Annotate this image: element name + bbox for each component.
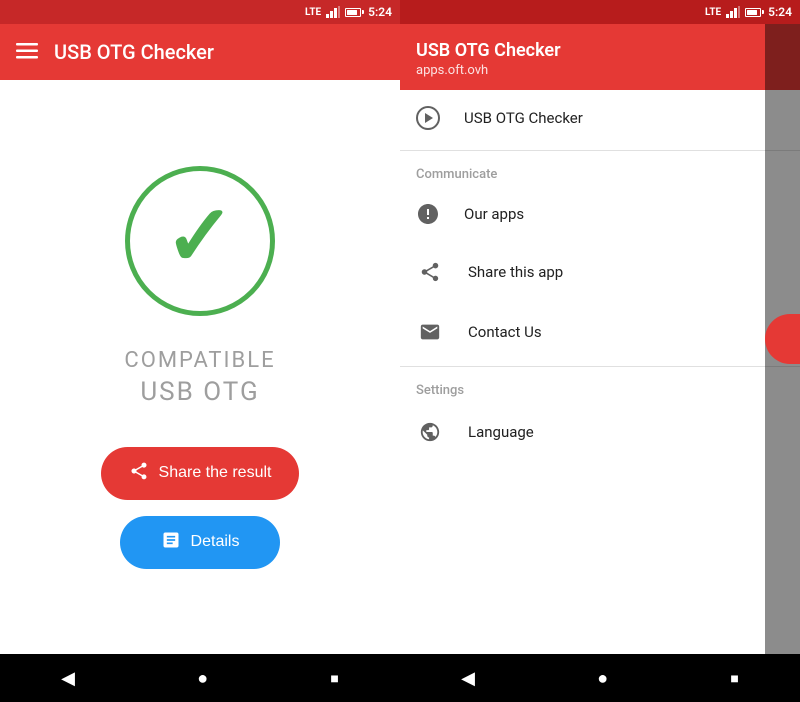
usb-otg-label: USB OTG: [140, 377, 259, 407]
battery-icon: [345, 8, 361, 17]
left-panel: LTE 5:24 USB OTG Checker ✓: [0, 0, 400, 702]
right-home-button[interactable]: ●: [597, 668, 608, 689]
share-app-label: Share this app: [468, 263, 563, 281]
left-status-bar: LTE 5:24: [0, 0, 400, 24]
share-button-label: Share the result: [159, 464, 272, 482]
right-back-button[interactable]: ◀: [461, 668, 475, 689]
drawer-item-our-apps[interactable]: Our apps: [400, 186, 800, 242]
right-nav-bar: ◀ ● ■: [400, 654, 800, 702]
right-recents-button[interactable]: ■: [730, 670, 738, 687]
share-icon: [129, 461, 149, 486]
right-status-icons: LTE 5:24: [705, 5, 792, 19]
right-time-display: 5:24: [768, 5, 792, 19]
right-panel: LTE 5:24 USB OTG Checker apps.oft.ovh US…: [400, 0, 800, 702]
communicate-section-header: Communicate: [400, 155, 800, 186]
right-status-bar: LTE 5:24: [400, 0, 800, 24]
drawer-item-share-app[interactable]: Share this app: [400, 242, 800, 302]
menu-icon[interactable]: [16, 40, 38, 64]
drawer-item-usb-otg-checker[interactable]: USB OTG Checker: [400, 90, 800, 146]
settings-section-header: Settings: [400, 371, 800, 402]
envelope-icon: [416, 318, 444, 346]
our-apps-label: Our apps: [464, 205, 524, 223]
left-toolbar: USB OTG Checker: [0, 24, 400, 80]
lte-indicator: LTE: [305, 7, 321, 18]
status-icons: LTE 5:24: [305, 5, 392, 19]
drawer-header: USB OTG Checker apps.oft.ovh: [400, 24, 800, 90]
share-result-button[interactable]: Share the result: [101, 447, 300, 500]
back-button[interactable]: ◀: [61, 668, 75, 689]
compatible-label: COMPATIBLE: [124, 348, 275, 373]
drawer-title: USB OTG Checker: [416, 40, 784, 61]
right-battery-icon: [745, 8, 761, 17]
share-button-peek: [765, 314, 800, 364]
exclamation-icon: [416, 202, 440, 226]
drawer-item-language[interactable]: Language: [400, 402, 800, 462]
drawer-scrim: [765, 24, 800, 654]
play-icon: [416, 106, 440, 130]
globe-icon: [416, 418, 444, 446]
details-icon: [161, 530, 181, 555]
contact-us-label: Contact Us: [468, 323, 542, 341]
language-label: Language: [468, 423, 534, 441]
drawer-item-contact[interactable]: Contact Us: [400, 302, 800, 362]
drawer-subtitle: apps.oft.ovh: [416, 63, 784, 78]
time-display: 5:24: [368, 5, 392, 19]
details-button-label: Details: [191, 533, 240, 551]
checkmark-icon: ✓: [164, 194, 235, 279]
right-signal-icon: [726, 6, 740, 18]
signal-icon: [326, 6, 340, 18]
right-lte-indicator: LTE: [705, 7, 721, 18]
share-app-icon: [416, 258, 444, 286]
recents-button[interactable]: ■: [330, 670, 338, 687]
drawer-body: USB OTG Checker Communicate Our apps Sha…: [400, 90, 800, 654]
drawer-usb-otg-label: USB OTG Checker: [464, 109, 583, 127]
compatible-indicator: ✓: [125, 166, 275, 316]
left-nav-bar: ◀ ● ■: [0, 654, 400, 702]
divider-2: [400, 366, 800, 367]
toolbar-title: USB OTG Checker: [54, 40, 214, 64]
main-content: ✓ COMPATIBLE USB OTG Share the result De…: [0, 80, 400, 654]
home-button[interactable]: ●: [197, 668, 208, 689]
details-button[interactable]: Details: [120, 516, 280, 569]
divider-1: [400, 150, 800, 151]
